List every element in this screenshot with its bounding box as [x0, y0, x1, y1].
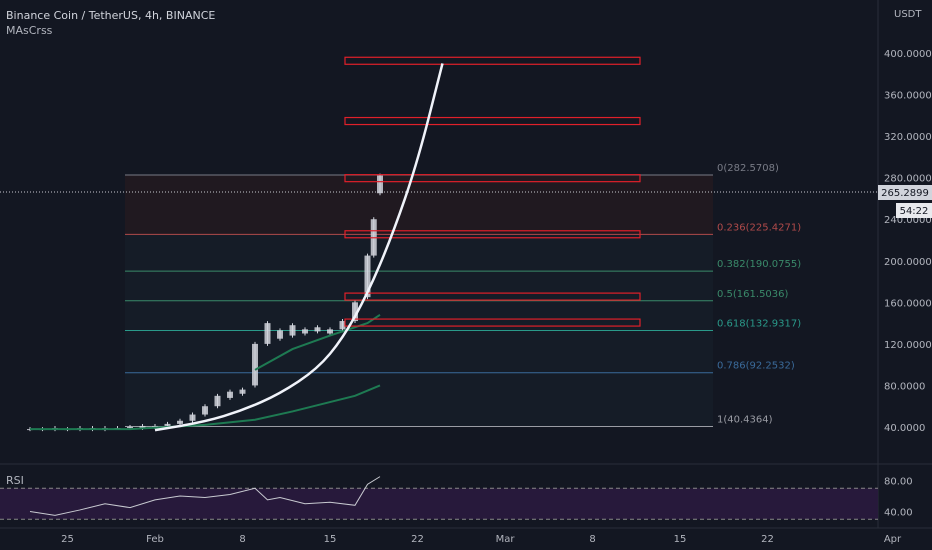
- candle-body: [127, 427, 133, 429]
- fib-label: 0.5(161.5036): [717, 289, 789, 300]
- x-tick-label: 22: [761, 534, 774, 545]
- candle-body: [289, 325, 296, 336]
- x-tick-label: 8: [239, 534, 245, 545]
- x-tick-label: Apr: [884, 534, 902, 545]
- candle-body: [239, 389, 246, 394]
- y-tick-label: 360.0000: [884, 91, 932, 102]
- y-tick-label: 400.0000: [884, 49, 932, 60]
- rsi-tick-label: 80.00: [884, 477, 913, 488]
- candle-body: [377, 175, 383, 194]
- x-tick-label: Feb: [146, 534, 164, 545]
- chart-root[interactable]: 0(282.5708) 0.236(225.4271) 0.382(190.0755…: [0, 0, 932, 550]
- candle-body: [214, 395, 221, 407]
- y-tick-label: 320.0000: [884, 132, 932, 143]
- indicator-label[interactable]: MAsCrss: [6, 24, 52, 37]
- currency-label[interactable]: USDT: [894, 9, 922, 20]
- countdown-badge-text: 54:22: [900, 206, 929, 217]
- fib-zone-top: [125, 174, 713, 235]
- y-tick-label: 120.0000: [884, 340, 932, 351]
- candle-body: [252, 343, 258, 386]
- y-tick-label: 160.0000: [884, 298, 932, 309]
- candle-body: [314, 327, 321, 332]
- rsi-label[interactable]: RSI: [6, 474, 24, 487]
- fib-label: 0.786(92.2532): [717, 361, 795, 372]
- x-tick-label: 8: [589, 534, 595, 545]
- fib-label: 1(40.4364): [717, 415, 773, 426]
- y-tick-label: 200.0000: [884, 257, 932, 268]
- candle-body: [164, 423, 171, 426]
- fib-label: 0(282.5708): [717, 163, 779, 174]
- y-tick-label: 280.0000: [884, 174, 932, 185]
- price-badge-text: 265.2899: [881, 188, 929, 199]
- rsi-tick-label: 40.00: [884, 508, 913, 519]
- candle-body: [202, 406, 208, 415]
- fib-label: 0.618(132.9317): [717, 318, 801, 329]
- candle-body: [264, 323, 271, 344]
- x-tick-label: Mar: [496, 534, 516, 545]
- rsi-band: [0, 488, 878, 520]
- x-tick-label: 25: [61, 534, 74, 545]
- candle-body: [177, 420, 183, 424]
- candle-body: [327, 329, 333, 334]
- candle-body: [277, 330, 283, 339]
- y-tick-label: 80.0000: [884, 381, 925, 392]
- y-tick-label: 40.0000: [884, 423, 925, 434]
- symbol-title[interactable]: Binance Coin / TetherUS, 4h, BINANCE: [6, 9, 215, 22]
- candle-body: [189, 414, 196, 421]
- candle-body: [302, 329, 308, 334]
- x-tick-label: 15: [324, 534, 337, 545]
- fib-label: 0.236(225.4271): [717, 222, 801, 233]
- fib-label: 0.382(190.0755): [717, 259, 801, 270]
- x-tick-label: 22: [411, 534, 424, 545]
- candle-body: [227, 391, 233, 398]
- x-tick-label: 15: [674, 534, 687, 545]
